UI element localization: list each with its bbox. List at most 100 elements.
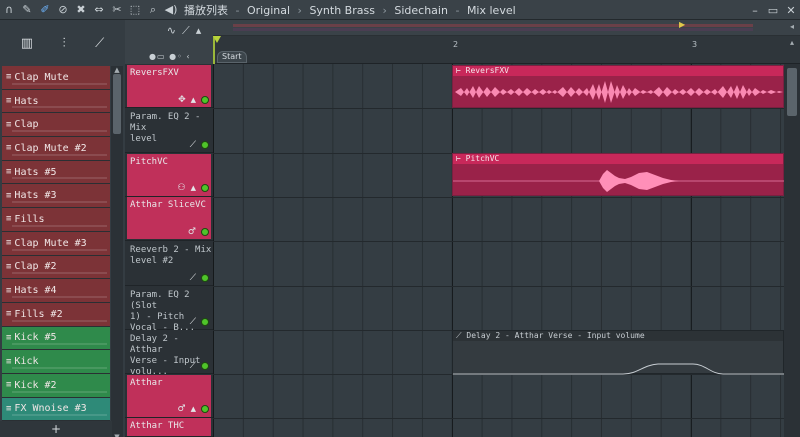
gender-icon[interactable]: ♂ xyxy=(188,227,196,237)
audio-view-icon[interactable]: ⫶ xyxy=(62,36,65,51)
close-button[interactable]: ✕ xyxy=(782,4,800,17)
pattern-item[interactable]: ≡ Hats #5 xyxy=(2,160,110,185)
brush-icon[interactable]: ✐ xyxy=(36,0,54,20)
track-menu-icon[interactable]: ▲ xyxy=(191,184,196,192)
automation-icon[interactable]: ⟋ xyxy=(190,317,196,327)
pattern-list: ≡ Clap Mute ≡ Hats ≡ Clap ≡ Clap Mute #2 ≡ Hats #… xyxy=(2,66,110,421)
track-header-pitchvc[interactable]: PitchVC ⚇ ▲ xyxy=(125,153,213,197)
track-header-reversfxv[interactable]: ReversFXV ✥ ▲ xyxy=(125,64,213,108)
track-header-atthar-slicevc[interactable]: Atthar SliceVC ♂ xyxy=(125,197,213,241)
breadcrumb-3: Sidechain xyxy=(394,3,448,17)
pattern-label: Clap xyxy=(14,119,39,131)
maximize-button[interactable]: ▭ xyxy=(764,4,782,17)
scrollbar-thumb[interactable] xyxy=(113,74,121,134)
track-header-delay[interactable]: Delay 2 - Atthar Verse - Input volu... ⟋ xyxy=(125,330,213,377)
track-enable-led[interactable] xyxy=(201,274,209,282)
playlist-vertical-scrollbar[interactable] xyxy=(784,64,800,437)
track-enable-led[interactable] xyxy=(201,405,209,413)
scroll-down-icon[interactable]: ▼ xyxy=(111,433,123,437)
pattern-item[interactable]: ≡ Clap Mute xyxy=(2,66,110,90)
track-enable-led[interactable] xyxy=(201,141,209,149)
track-menu-icon[interactable]: ▲ xyxy=(191,405,196,413)
clip-title: ReversFXV xyxy=(465,66,509,75)
add-pattern-button[interactable]: + xyxy=(0,421,112,437)
header-scroll-icon[interactable]: ▴ xyxy=(196,24,202,38)
robot-icon[interactable]: ⚇ xyxy=(178,183,186,193)
bar-number-3: 3 xyxy=(692,40,698,49)
speaker-icon[interactable]: ◀) xyxy=(162,0,180,20)
slice-tool-icon[interactable]: ✂ xyxy=(108,0,126,20)
track-name: Atthar SliceVC xyxy=(130,200,206,210)
pattern-item[interactable]: ≡ Clap Mute #2 xyxy=(2,137,110,161)
track-header-param-eq-slot[interactable]: Param. EQ 2 (Slot 1) - Pitch Vocal - B..… xyxy=(125,286,213,333)
minimize-button[interactable]: – xyxy=(746,4,764,17)
pattern-icon: ≡ xyxy=(6,119,12,130)
automation-clip-delay[interactable]: ⟋ Delay 2 - Atthar Verse - Input volume xyxy=(452,330,784,375)
track-enable-led[interactable] xyxy=(201,184,209,192)
automation-view-icon[interactable]: ⟋ xyxy=(95,36,104,51)
playhead-icon[interactable] xyxy=(213,36,221,43)
pattern-label: FX Wnoise #3 xyxy=(14,403,87,415)
playlist-overview[interactable]: ▶ ◂ xyxy=(213,20,800,36)
timeline-ruler[interactable]: 2 3 Start ▴ xyxy=(213,36,800,64)
zoom-icon[interactable]: ⌕ xyxy=(144,0,162,20)
select-tool-icon[interactable]: ⬚ xyxy=(126,0,144,20)
pattern-label: Hats xyxy=(14,95,39,107)
pattern-item[interactable]: ≡ Hats xyxy=(2,89,110,114)
pattern-label: Clap Mute xyxy=(14,71,69,83)
pattern-icon: ≡ xyxy=(6,403,12,414)
breadcrumb-separator: › xyxy=(297,3,302,17)
mute-tool-icon[interactable]: ⊘ xyxy=(54,0,72,20)
pattern-icon: ≡ xyxy=(6,356,12,367)
scrollbar-thumb[interactable] xyxy=(787,68,797,116)
pattern-item[interactable]: ≡ Fills #2 xyxy=(2,302,110,327)
magnet-icon[interactable]: ∩ xyxy=(0,0,18,20)
track-menu-icon[interactable]: ▲ xyxy=(191,96,196,104)
pattern-label: Fills xyxy=(14,213,45,225)
overview-scroll-icon[interactable]: ◂ xyxy=(784,22,800,31)
pattern-label: Kick xyxy=(14,356,39,368)
pattern-view-icon[interactable]: ▥ xyxy=(21,36,33,51)
audio-clip-pitchvc[interactable]: ⊢ PitchVC xyxy=(452,153,784,196)
track-enable-led[interactable] xyxy=(201,228,209,236)
automation-icon[interactable]: ⟋ xyxy=(190,273,196,283)
pattern-label: Clap Mute #2 xyxy=(14,142,87,154)
move-icon[interactable]: ✥ xyxy=(178,95,186,105)
title-bar: ∩ ✎ ✐ ⊘ ✖ ⇔ ✂ ⬚ ⌕ ◀) 播放列表 - Original › S… xyxy=(0,0,800,20)
delete-tool-icon[interactable]: ✖ xyxy=(72,0,90,20)
wave-icon[interactable]: ∿ xyxy=(167,24,176,38)
pattern-item[interactable]: ≡ Hats #3 xyxy=(2,184,110,209)
scroll-up-icon[interactable]: ▲ xyxy=(111,66,123,74)
automation-icon[interactable]: ⟋ xyxy=(190,361,196,371)
pattern-item[interactable]: ≡ Kick #5 xyxy=(2,326,110,351)
pattern-label: Hats #3 xyxy=(14,190,57,202)
pattern-item[interactable]: ≡ Hats #4 xyxy=(2,279,110,303)
start-marker[interactable]: Start xyxy=(217,51,247,63)
track-name: Param. EQ 2 (Slot 1) - Pitch Vocal - B..… xyxy=(130,290,196,333)
audio-clip-reversfxv[interactable]: ⊢ ReversFXV xyxy=(452,65,784,108)
gender-icon[interactable]: ♂ xyxy=(178,404,186,414)
playlist-grid[interactable]: ⊢ ReversFXV ⊢ PitchVC ⟋ Delay 2 - Atthar… xyxy=(213,64,784,437)
automation-curve xyxy=(453,363,784,375)
pencil-icon[interactable]: ✎ xyxy=(18,0,36,20)
slip-tool-icon[interactable]: ⇔ xyxy=(90,0,108,20)
pattern-item[interactable]: ≡ FX Wnoise #3 xyxy=(2,397,110,421)
track-enable-led[interactable] xyxy=(201,362,209,370)
link-icon[interactable]: ⟋ xyxy=(182,24,190,38)
track-enable-led[interactable] xyxy=(201,318,209,326)
pattern-item[interactable]: ≡ Kick xyxy=(2,350,110,374)
track-header-atthar[interactable]: Atthar ♂ ▲ xyxy=(125,374,213,418)
pattern-item[interactable]: ≡ Clap #2 xyxy=(2,255,110,280)
pattern-item[interactable]: ≡ Kick #2 xyxy=(2,373,110,398)
pattern-item[interactable]: ≡ Clap xyxy=(2,113,110,138)
track-enable-led[interactable] xyxy=(201,96,209,104)
track-options-icon[interactable]: ●▭ ●◦ ‹ xyxy=(149,52,191,61)
pattern-item[interactable]: ≡ Fills xyxy=(2,208,110,232)
track-header-param-eq[interactable]: Param. EQ 2 - Mix level ⟋ xyxy=(125,108,213,153)
automation-icon[interactable]: ⟋ xyxy=(190,140,196,150)
track-header-reeverb[interactable]: Reeverb 2 - Mix level #2 ⟋ xyxy=(125,241,213,286)
pattern-item[interactable]: ≡ Clap Mute #3 xyxy=(2,231,110,256)
track-header-atthar-thc[interactable]: Atthar THC xyxy=(125,418,213,437)
ruler-scroll-icon[interactable]: ▴ xyxy=(784,38,800,47)
pattern-scrollbar[interactable]: ▲ ▼ xyxy=(111,66,123,437)
